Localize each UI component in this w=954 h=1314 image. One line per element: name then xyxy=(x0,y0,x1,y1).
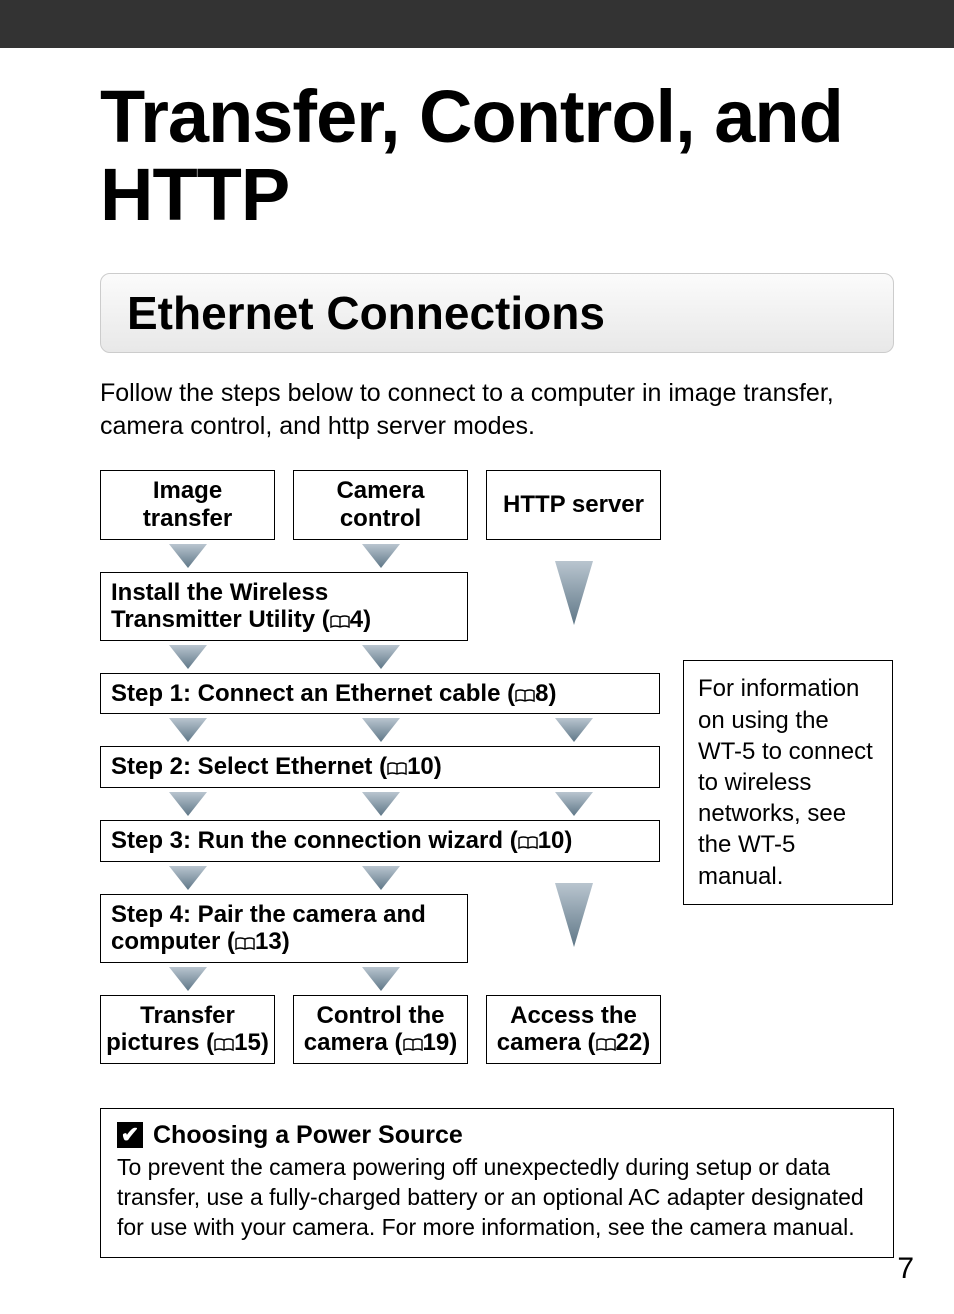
arrow-icon xyxy=(293,641,468,673)
arrow-icon xyxy=(100,788,275,820)
final-access-box: Access the camera (22) xyxy=(486,995,661,1064)
callout-box: ✔ Choosing a Power Source To prevent the… xyxy=(100,1108,894,1258)
step1-ref: 8 xyxy=(535,680,548,707)
step4-ref: 13 xyxy=(255,928,282,955)
intro-text: Follow the steps below to connect to a c… xyxy=(100,377,894,442)
step2-box: Step 2: Select Ethernet ( 10) xyxy=(100,746,660,788)
step1-text: Step 1: Connect an Ethernet cable ( xyxy=(111,680,515,707)
book-icon xyxy=(403,1038,423,1052)
arrow-icon xyxy=(293,963,468,995)
arrow-icon xyxy=(486,540,661,632)
book-icon xyxy=(214,1038,234,1052)
step4-box: Step 4: Pair the camera and computer (13… xyxy=(100,894,468,963)
aside-note: For information on using the WT-5 to con… xyxy=(683,660,893,904)
arrow-icon xyxy=(486,862,661,954)
header-bar xyxy=(0,0,954,48)
section-heading: Ethernet Connections xyxy=(100,273,894,353)
step2-ref: 10 xyxy=(407,753,434,780)
final-transfer-box: Transfer pictures (15) xyxy=(100,995,275,1064)
final-control-ref: 19 xyxy=(423,1029,450,1056)
step2-suffix: ) xyxy=(434,753,442,780)
arrow-icon xyxy=(100,862,275,894)
book-icon xyxy=(330,615,350,629)
page-number: 7 xyxy=(897,1252,914,1286)
arrow-icon xyxy=(100,714,275,746)
book-icon xyxy=(235,937,255,951)
col-header-http-server: HTTP server xyxy=(486,470,661,539)
step3-suffix: ) xyxy=(564,827,572,854)
arrow-icon xyxy=(100,641,275,673)
col-header-image-transfer: Image transfer xyxy=(100,470,275,539)
final-control-suffix: ) xyxy=(449,1029,457,1056)
install-text: Install the Wireless Transmitter Utility… xyxy=(111,579,330,634)
final-transfer-suffix: ) xyxy=(261,1029,269,1056)
book-icon xyxy=(518,836,538,850)
step3-ref: 10 xyxy=(538,827,565,854)
step3-text: Step 3: Run the connection wizard ( xyxy=(111,827,518,854)
install-suffix: ) xyxy=(363,606,371,633)
install-ref: 4 xyxy=(350,606,363,633)
col-header-camera-control: Camera control xyxy=(293,470,468,539)
callout-body: To prevent the camera powering off unexp… xyxy=(117,1153,877,1243)
flow-diagram: Image transfer Camera control HTTP serve… xyxy=(100,470,661,1064)
check-icon: ✔ xyxy=(117,1122,143,1148)
callout-title: Choosing a Power Source xyxy=(153,1119,463,1152)
step4-suffix: ) xyxy=(282,928,290,955)
step3-box: Step 3: Run the connection wizard ( 10) xyxy=(100,820,660,862)
final-access-ref: 22 xyxy=(616,1029,643,1056)
arrow-icon xyxy=(293,714,468,746)
final-transfer-ref: 15 xyxy=(234,1029,261,1056)
arrow-icon xyxy=(293,540,468,572)
arrow-icon xyxy=(293,788,468,820)
arrow-icon xyxy=(293,862,468,894)
book-icon xyxy=(387,762,407,776)
page-title: Transfer, Control, and HTTP xyxy=(100,78,894,233)
final-control-box: Control the camera (19) xyxy=(293,995,468,1064)
arrow-icon xyxy=(100,963,275,995)
step1-suffix: ) xyxy=(548,680,556,707)
page-content: Transfer, Control, and HTTP Ethernet Con… xyxy=(0,48,954,1258)
final-access-suffix: ) xyxy=(642,1029,650,1056)
book-icon xyxy=(515,689,535,703)
callout-title-row: ✔ Choosing a Power Source xyxy=(117,1119,877,1152)
arrow-icon xyxy=(100,540,275,572)
book-icon xyxy=(596,1038,616,1052)
step2-text: Step 2: Select Ethernet ( xyxy=(111,753,387,780)
arrow-icon xyxy=(486,714,661,746)
install-box: Install the Wireless Transmitter Utility… xyxy=(100,572,468,641)
diagram-row: Image transfer Camera control HTTP serve… xyxy=(100,470,894,1064)
arrow-icon xyxy=(486,788,661,820)
step1-box: Step 1: Connect an Ethernet cable ( 8) xyxy=(100,673,660,715)
